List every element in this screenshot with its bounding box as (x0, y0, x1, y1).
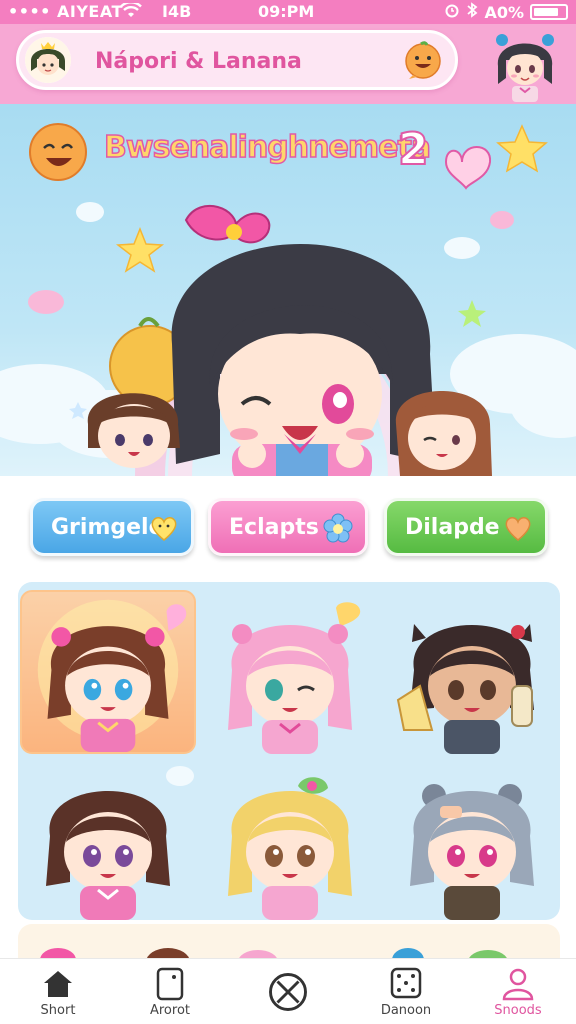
status-bar: •••• AIYEAT I4B 09:PM A0% (0, 0, 576, 24)
app-header: Nápori & Lanana (0, 24, 576, 104)
hero-badge-number: 2 (397, 123, 430, 176)
hero-title: Bwsenalinghnemeta (103, 129, 432, 166)
flower-icon (323, 513, 353, 543)
dilapde-button[interactable]: Dilapde (384, 498, 548, 556)
search-text: Nápori & Lanana (95, 49, 302, 74)
user-avatar[interactable] (25, 37, 71, 83)
character-card-1[interactable] (20, 590, 196, 754)
grimgele-label: Grimgele (51, 514, 164, 540)
clock: 09:PM (258, 2, 315, 21)
nav-label-snoods: Snoods (494, 1003, 542, 1018)
heart-icon (503, 513, 533, 543)
character-card-2[interactable] (202, 590, 378, 754)
character-grid (18, 582, 560, 920)
chibi-character-1 (37, 599, 187, 752)
heart-icon (149, 513, 179, 543)
card-icon (156, 967, 184, 1001)
nav-cancel[interactable] (238, 967, 338, 1023)
chibi-character-2 (228, 602, 361, 754)
character-card-3[interactable] (384, 590, 560, 754)
action-button-row: Grimgele Eclapts Dilapde (30, 498, 550, 558)
bluetooth-icon (466, 2, 478, 22)
nav-short[interactable]: Short (8, 967, 108, 1023)
cancel-circle-icon (269, 973, 307, 1011)
search-bar[interactable]: Nápori & Lanana (16, 30, 458, 90)
character-card-4[interactable] (20, 756, 196, 920)
chibi-character-4 (46, 766, 194, 920)
dice-icon (390, 967, 422, 999)
smile-emoji-icon[interactable] (403, 41, 443, 81)
hero-banner[interactable]: Bwsenalinghnemeta 2 (0, 104, 576, 476)
nav-snoods[interactable]: Snoods (468, 967, 568, 1023)
home-icon (44, 971, 72, 997)
alarm-icon (444, 2, 460, 22)
battery-icon (530, 4, 568, 20)
carrier-text: •••• AIYEAT (8, 2, 123, 21)
nav-label-short: Short (40, 1003, 76, 1018)
profile-icon (502, 968, 534, 1001)
grimgele-button[interactable]: Grimgele (30, 498, 194, 556)
nav-label-danoon: Danoon (380, 1003, 432, 1018)
nav-danoon[interactable]: Danoon (356, 967, 456, 1023)
character-card-5[interactable] (202, 756, 378, 920)
profile-avatar[interactable] (490, 26, 560, 102)
nav-label-arorot: Arorot (149, 1003, 190, 1018)
eclapts-button[interactable]: Eclapts (208, 498, 368, 556)
wifi-icon (120, 1, 142, 23)
character-card-6[interactable] (384, 756, 560, 920)
dilapde-label: Dilapde (405, 514, 500, 540)
signal-text: I4B (162, 2, 192, 21)
bottom-navigation: Short Arorot Danoon Snoods (0, 958, 576, 1024)
chibi-character-6 (410, 784, 534, 920)
eclapts-label: Eclapts (229, 514, 319, 540)
chibi-character-3 (396, 624, 534, 754)
nav-arorot[interactable]: Arorot (120, 967, 220, 1023)
chibi-character-5 (228, 777, 352, 920)
battery-text: A0% (484, 2, 524, 22)
